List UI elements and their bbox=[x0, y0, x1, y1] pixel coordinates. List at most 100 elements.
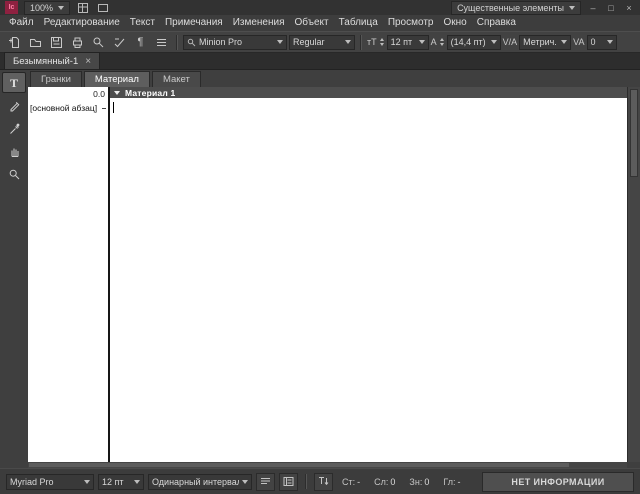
font-size-value: 12 пт bbox=[390, 37, 413, 47]
story-text-area[interactable] bbox=[110, 98, 627, 462]
statusbar-separator bbox=[305, 474, 307, 489]
type-tool[interactable]: T bbox=[2, 72, 26, 93]
menu-file[interactable]: Файл bbox=[4, 15, 39, 31]
print-button[interactable] bbox=[68, 33, 87, 51]
depth-ruler-value: 0.0 bbox=[93, 89, 105, 99]
kerning-value: Метрич. bbox=[523, 37, 557, 47]
minimize-button[interactable]: – bbox=[587, 3, 599, 13]
status-font-size-select[interactable]: 12 пт bbox=[98, 473, 144, 490]
status-font-family-select[interactable]: Myriad Pro bbox=[6, 473, 94, 490]
lines-counter: Ст: - bbox=[342, 476, 361, 487]
spellcheck-button[interactable] bbox=[110, 33, 129, 51]
magnifier-icon bbox=[9, 169, 19, 180]
status-font-family-value: Myriad Pro bbox=[10, 476, 54, 487]
zoom-tool[interactable] bbox=[2, 164, 26, 185]
vertical-scrollbar-thumb[interactable] bbox=[630, 89, 638, 177]
numbered-lines-icon bbox=[283, 477, 294, 486]
chevron-down-icon bbox=[561, 40, 568, 44]
app-bar: Ic 100% Существенные элементы – □ × bbox=[0, 0, 640, 15]
font-family-value: Minion Pro bbox=[199, 37, 243, 47]
menu-notes[interactable]: Примечания bbox=[160, 15, 228, 31]
tab-story[interactable]: Материал bbox=[83, 71, 150, 87]
chevron-down-icon bbox=[490, 40, 497, 44]
story-editor[interactable]: 0.0 [основной абзац] Материал 1 bbox=[28, 87, 627, 462]
menu-view[interactable]: Просмотр bbox=[383, 15, 439, 31]
pencil-icon bbox=[10, 101, 19, 112]
depth-indicator-button[interactable] bbox=[314, 472, 333, 491]
depth-counter: Гл: - bbox=[443, 476, 461, 487]
chevron-down-icon bbox=[58, 5, 65, 10]
new-document-button[interactable] bbox=[5, 33, 24, 51]
line-spacing-select[interactable]: Одинарный интервал bbox=[148, 473, 252, 490]
zoom-value: 100% bbox=[30, 2, 54, 13]
tracking-value: 0 bbox=[590, 37, 596, 47]
open-folder-button[interactable] bbox=[26, 33, 45, 51]
collapse-triangle-icon[interactable] bbox=[114, 90, 120, 95]
screen-mode-icon[interactable] bbox=[96, 1, 110, 14]
document-title: Безымянный-1 bbox=[13, 55, 79, 67]
tab-layout[interactable]: Макет bbox=[151, 71, 201, 87]
maximize-button[interactable]: □ bbox=[605, 3, 617, 13]
search-icon[interactable] bbox=[89, 33, 108, 51]
line-numbers-button[interactable] bbox=[279, 472, 298, 491]
tracking-icon: VA bbox=[573, 37, 585, 47]
workspace-switcher[interactable]: Существенные элементы bbox=[451, 0, 581, 15]
zoom-level-select[interactable]: 100% bbox=[24, 0, 71, 15]
menu-table[interactable]: Таблица bbox=[334, 15, 383, 31]
eyedropper-tool[interactable] bbox=[2, 118, 26, 139]
chevron-down-icon bbox=[345, 40, 351, 44]
close-button[interactable]: × bbox=[623, 3, 635, 13]
incopy-logo: Ic bbox=[5, 1, 18, 14]
font-style-select[interactable]: Regular bbox=[289, 34, 355, 50]
type-tool-icon: T bbox=[9, 75, 18, 90]
leading-value: (14,4 пт) bbox=[450, 37, 486, 47]
menu-changes[interactable]: Изменения bbox=[228, 15, 290, 31]
kerning-select[interactable]: Метрич. bbox=[519, 34, 572, 50]
hand-icon bbox=[11, 148, 18, 157]
chevron-down-icon bbox=[242, 479, 248, 484]
view-tab-bar: Гранки Материал Макет bbox=[28, 70, 640, 87]
ruler-tick bbox=[102, 108, 106, 109]
menu-type[interactable]: Текст bbox=[125, 15, 160, 31]
workspace-label: Существенные элементы bbox=[457, 2, 564, 13]
line-spacing-value: Одинарный интервал bbox=[152, 476, 239, 487]
tab-galley[interactable]: Гранки bbox=[30, 71, 82, 87]
save-button[interactable] bbox=[47, 33, 66, 51]
tools-panel: T bbox=[0, 70, 28, 462]
font-style-value: Regular bbox=[293, 37, 325, 47]
status-bar: Myriad Pro 12 пт Одинарный интервал Ст: -… bbox=[0, 468, 640, 494]
document-tab[interactable]: Безымянный-1 × bbox=[4, 52, 101, 69]
eyedropper-icon bbox=[9, 123, 19, 134]
paragraph-mark-icon: ¶ bbox=[137, 35, 144, 48]
font-size-select[interactable]: 12 пт bbox=[386, 34, 429, 50]
vertical-scrollbar[interactable] bbox=[627, 87, 640, 462]
galley-adjust-button[interactable] bbox=[256, 472, 275, 491]
horizontal-scrollbar-thumb[interactable] bbox=[29, 463, 569, 467]
view-options-icon[interactable] bbox=[76, 1, 90, 14]
hand-tool[interactable] bbox=[2, 141, 26, 162]
close-icon[interactable]: × bbox=[85, 56, 91, 67]
menu-edit[interactable]: Редактирование bbox=[39, 15, 125, 31]
text-depth-icon bbox=[319, 477, 329, 486]
font-family-select[interactable]: Minion Pro bbox=[183, 34, 287, 50]
menu-help[interactable]: Справка bbox=[472, 15, 521, 31]
note-tool[interactable] bbox=[2, 95, 26, 116]
control-bar: ¶ Minion Pro Regular тТ 12 пт A (14,4 пт… bbox=[0, 31, 640, 53]
copyfit-info: НЕТ ИНФОРМАЦИИ bbox=[482, 471, 634, 492]
story-editor-view-button[interactable] bbox=[152, 33, 171, 51]
story-header[interactable]: Материал 1 bbox=[110, 87, 627, 98]
menu-bar: Файл Редактирование Текст Примечания Изм… bbox=[0, 15, 640, 31]
menu-object[interactable]: Объект bbox=[290, 15, 334, 31]
leading-select[interactable]: (14,4 пт) bbox=[446, 34, 501, 50]
status-font-size-value: 12 пт bbox=[102, 476, 124, 487]
font-size-stepper[interactable] bbox=[379, 38, 384, 46]
menu-window[interactable]: Окно bbox=[438, 15, 471, 31]
leading-stepper[interactable] bbox=[439, 38, 444, 46]
show-hidden-characters-button[interactable]: ¶ bbox=[131, 33, 150, 51]
chevron-down-icon bbox=[134, 479, 140, 484]
kerning-icon: V/A bbox=[502, 37, 518, 47]
tracking-select[interactable]: 0 bbox=[586, 34, 617, 50]
document-tab-bar: Безымянный-1 × bbox=[0, 52, 640, 70]
text-caret bbox=[113, 102, 114, 113]
incopy-window: Ic 100% Существенные элементы – □ × Файл… bbox=[0, 0, 640, 494]
